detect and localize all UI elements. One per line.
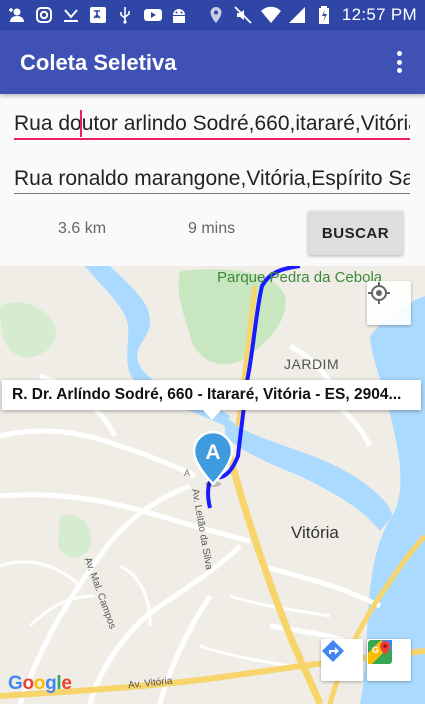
district-label: JARDIM xyxy=(284,356,340,372)
route-distance: 3.6 km xyxy=(58,220,107,237)
search-button[interactable]: BUSCAR xyxy=(308,211,403,255)
add-person-icon xyxy=(8,6,26,24)
overflow-dot xyxy=(396,51,402,56)
route-duration: 9 mins xyxy=(188,220,236,237)
info-window-tail xyxy=(203,410,221,420)
mute-icon xyxy=(234,6,252,24)
android-icon xyxy=(170,6,188,24)
app-bar: Coleta Seletiva xyxy=(0,30,425,94)
youtube-icon xyxy=(143,6,162,24)
overflow-dot xyxy=(396,68,402,73)
text-cursor xyxy=(80,110,82,137)
app-title: Coleta Seletiva xyxy=(20,50,177,75)
directions-button[interactable] xyxy=(321,639,363,681)
crosshair-icon xyxy=(368,282,390,304)
svg-text:G: G xyxy=(372,645,379,655)
map-marker-a[interactable]: A xyxy=(190,430,236,488)
park-label: Parque Pedra da Cebola xyxy=(217,269,383,286)
my-location-button[interactable] xyxy=(367,281,411,325)
clock: 12:57 PM xyxy=(341,5,417,24)
wifi-icon xyxy=(260,6,281,24)
directions-icon xyxy=(322,640,344,662)
status-left-icons xyxy=(8,6,188,24)
google-logo: Google xyxy=(8,673,72,694)
overflow-dot xyxy=(396,59,402,65)
translate-icon xyxy=(89,6,107,24)
google-maps-icon: G xyxy=(368,640,392,664)
green-area-left xyxy=(0,302,56,357)
marker-letter: A xyxy=(205,441,220,464)
destination-address-input[interactable] xyxy=(14,157,410,201)
status-right-icons: 12:57 PM xyxy=(207,5,417,25)
location-icon xyxy=(207,6,225,24)
map-view[interactable]: Parque Pedra da Cebola JARDIM Vitória Av… xyxy=(0,266,425,704)
battery-icon xyxy=(315,6,333,24)
open-in-maps-button[interactable]: G xyxy=(367,639,411,681)
instagram-icon xyxy=(35,6,53,24)
marker-info-window[interactable]: R. Dr. Arlíndo Sodré, 660 - Itararé, Vit… xyxy=(2,380,421,410)
signal-3g-icon xyxy=(288,6,306,24)
download-done-icon xyxy=(62,6,80,24)
destination-input-underline xyxy=(14,193,410,194)
city-label: Vitória xyxy=(291,523,339,542)
green-area-small xyxy=(58,515,91,558)
origin-input-underline xyxy=(14,138,410,140)
overflow-menu-icon[interactable] xyxy=(387,48,411,76)
usb-icon xyxy=(116,6,134,24)
status-bar: 12:57 PM xyxy=(0,0,425,30)
